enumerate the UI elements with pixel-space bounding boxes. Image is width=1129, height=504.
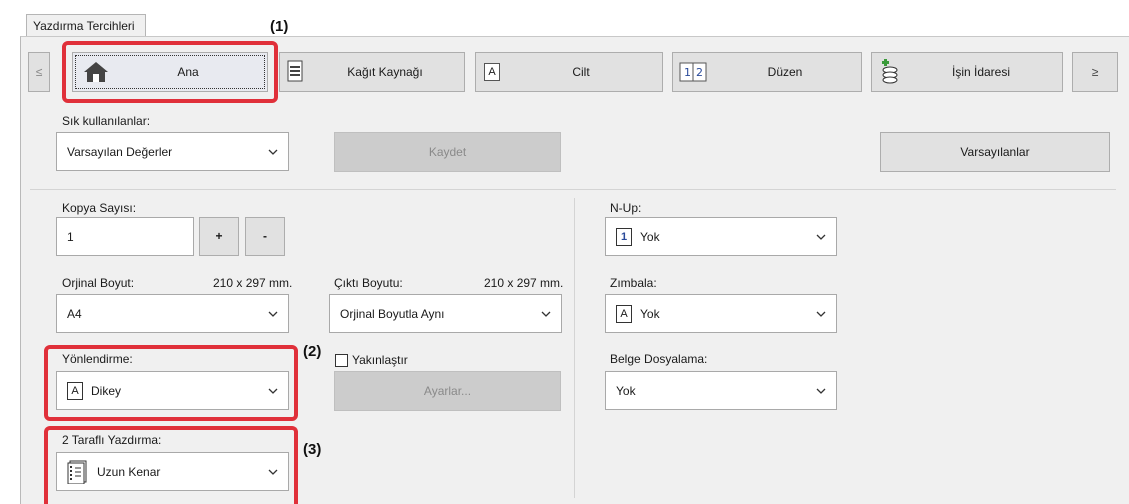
favorites-select[interactable]: Varsayılan Değerler — [56, 132, 289, 171]
tab-paper-source-label: Kağıt Kaynağı — [347, 65, 423, 79]
zoom-settings-button[interactable]: Ayarlar... — [334, 371, 561, 411]
layout-icon: 1 2 — [679, 62, 707, 82]
chevron-down-icon — [541, 311, 551, 317]
favorites-label: Sık kullanılanlar: — [62, 114, 151, 128]
paper-tray-icon — [287, 60, 303, 82]
copies-value: 1 — [67, 229, 74, 244]
defaults-button-label: Varsayılanlar — [960, 145, 1030, 159]
copies-decrement-button[interactable]: - — [245, 217, 285, 256]
column-divider — [574, 198, 575, 498]
svg-text:1: 1 — [684, 66, 691, 79]
chevron-down-icon — [816, 388, 826, 394]
output-size-value: Orjinal Boyutla Aynı — [340, 306, 445, 321]
nup-label: N-Up: — [610, 201, 642, 215]
callout-label-1: (1) — [270, 18, 289, 35]
chevron-down-icon — [816, 311, 826, 317]
favorites-value: Varsayılan Değerler — [67, 144, 173, 159]
zoom-checkbox[interactable] — [335, 354, 348, 367]
copies-input[interactable]: 1 — [56, 217, 194, 256]
staple-value: Yok — [640, 306, 660, 321]
minus-label: - — [263, 229, 267, 243]
copies-increment-button[interactable]: + — [199, 217, 239, 256]
window-tab[interactable]: Yazdırma Tercihleri — [26, 14, 146, 37]
callout-highlight-3 — [44, 426, 298, 504]
tab-layout[interactable]: 1 2 Düzen — [672, 52, 862, 92]
tab-job-handling-label: İşin İdaresi — [951, 65, 1011, 79]
tab-binding[interactable]: A Cilt — [475, 52, 663, 92]
tab-paper-source[interactable]: Kağıt Kaynağı — [279, 52, 465, 92]
divider — [30, 189, 1116, 190]
nav-prev-button[interactable]: ≤ — [28, 52, 50, 92]
letter-a-icon: A — [484, 63, 500, 81]
output-size-dimensions: 210 x 297 mm. — [484, 276, 564, 290]
output-size-label: Çıktı Boyutu: — [334, 276, 403, 290]
chevron-down-icon — [268, 311, 278, 317]
staple-icon: A — [616, 304, 632, 323]
plus-label: + — [215, 229, 223, 243]
nav-next-button[interactable]: ≥ — [1072, 52, 1118, 92]
n-up-icon: 1 — [616, 227, 632, 246]
save-button-label: Kaydet — [428, 145, 467, 159]
original-size-dimensions: 210 x 297 mm. — [213, 276, 293, 290]
filing-select[interactable]: Yok — [605, 371, 837, 410]
copies-label: Kopya Sayısı: — [62, 201, 137, 215]
filing-label: Belge Dosyalama: — [610, 352, 708, 366]
chevron-down-icon — [268, 149, 278, 155]
original-size-select[interactable]: A4 — [56, 294, 289, 333]
svg-text:2: 2 — [696, 66, 703, 79]
output-size-select[interactable]: Orjinal Boyutla Aynı — [329, 294, 562, 333]
tab-binding-label: Cilt — [572, 65, 590, 79]
zoom-settings-label: Ayarlar... — [423, 384, 472, 398]
callout-label-3: (3) — [303, 441, 322, 458]
filing-value: Yok — [616, 383, 636, 398]
nup-select[interactable]: 1 Yok — [605, 217, 837, 256]
tab-job-handling[interactable]: İşin İdaresi — [871, 52, 1063, 92]
nav-prev-label: ≤ — [35, 65, 43, 79]
original-size-label: Orjinal Boyut: — [62, 276, 135, 290]
chevron-down-icon — [816, 234, 826, 240]
original-size-value: A4 — [67, 306, 82, 321]
nav-next-label: ≥ — [1091, 65, 1099, 79]
tab-layout-label: Düzen — [767, 65, 803, 79]
callout-highlight-2 — [44, 345, 298, 421]
callout-highlight-1 — [62, 41, 278, 103]
callout-label-2: (2) — [303, 343, 322, 360]
window-title: Yazdırma Tercihleri — [33, 19, 135, 33]
staple-label: Zımbala: — [610, 276, 657, 290]
staple-select[interactable]: A Yok — [605, 294, 837, 333]
nup-value: Yok — [640, 229, 660, 244]
save-button[interactable]: Kaydet — [334, 132, 561, 172]
coins-icon — [882, 59, 898, 84]
defaults-button[interactable]: Varsayılanlar — [880, 132, 1110, 172]
zoom-label: Yakınlaştır — [352, 353, 408, 367]
